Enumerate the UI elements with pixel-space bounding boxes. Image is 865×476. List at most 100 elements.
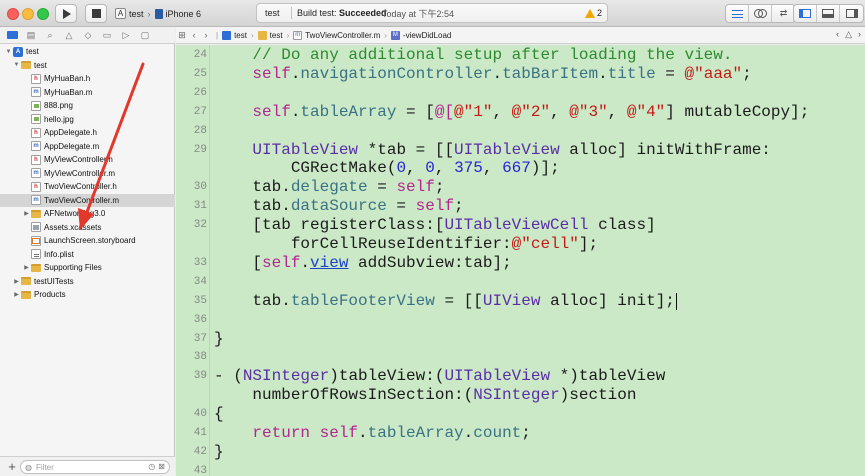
jumpbar-crumb-method[interactable]: -viewDidLoad	[403, 31, 451, 40]
report-navigator-tab[interactable]: ▢	[139, 30, 151, 41]
group-folder-icon	[257, 30, 267, 40]
code-line[interactable]: {	[214, 405, 224, 423]
symbol-navigator-tab[interactable]: ▤	[25, 30, 37, 41]
editor-mode-control: ⇄	[725, 4, 796, 23]
code-token: forCellReuseIdentifier:	[214, 235, 512, 253]
disclosure-collapsed-icon[interactable]: ▶	[12, 291, 21, 298]
header-file-icon: h	[31, 127, 41, 138]
code-line[interactable]: numberOfRowsInSection:(NSInteger)section	[214, 386, 636, 404]
close-window-button[interactable]	[7, 8, 19, 20]
add-file-button[interactable]: +	[5, 459, 19, 474]
code-token: )tableView:(	[329, 367, 445, 386]
navigator-item[interactable]: m MyHuaBan.m	[0, 86, 175, 100]
code-line[interactable]: tab.tableFooterView = [[UIView alloc] in…	[214, 292, 674, 310]
toggle-utilities-button[interactable]	[840, 5, 863, 22]
minimize-window-button[interactable]	[22, 8, 34, 20]
code-line[interactable]: }	[214, 330, 224, 348]
version-editor-button[interactable]: ⇄	[772, 5, 795, 22]
next-issue-icon[interactable]: ›	[858, 29, 861, 40]
scm-filter-icon[interactable]: ⊠	[158, 462, 165, 471]
code-line[interactable]: [tab registerClass:[UITableViewCell clas…	[214, 216, 655, 234]
navigator-item[interactable]: ▼ Atest	[0, 45, 175, 59]
navigator-item[interactable]: ▶ testUITests	[0, 275, 175, 289]
find-navigator-tab[interactable]: ⌕	[44, 30, 56, 41]
warnings-badge[interactable]: 2	[585, 8, 602, 18]
standard-editor-button[interactable]	[726, 5, 749, 22]
assistant-editor-button[interactable]	[749, 5, 772, 22]
code-line[interactable]: self.navigationController.tabBarItem.tit…	[214, 64, 751, 83]
toggle-debug-area-button[interactable]	[817, 5, 840, 22]
code-line[interactable]: }	[214, 443, 224, 461]
disclosure-collapsed-icon[interactable]: ▶	[22, 210, 31, 217]
navigator-item[interactable]: Assets.xcassets	[0, 221, 175, 235]
line-number: 30	[193, 181, 207, 194]
navigator-item[interactable]: h MyHuaBan.h	[0, 72, 175, 86]
toggle-navigator-button[interactable]	[794, 5, 817, 22]
navigator-item-label: hello.jpg	[44, 114, 74, 124]
crumb-chevron-icon: ›	[384, 30, 387, 40]
navigator-item[interactable]: m TwoViewController.m	[0, 193, 175, 207]
back-arrow-icon[interactable]: ‹	[188, 30, 200, 40]
navigator-item[interactable]: ▶ AFNetworking3.0	[0, 207, 175, 221]
jumpbar-crumb-file[interactable]: TwoViewController.m	[305, 31, 380, 40]
code-line[interactable]: tab.dataSource = self;	[214, 197, 463, 215]
code-token: .	[598, 64, 608, 83]
code-token: UITableView	[454, 140, 560, 159]
source-editor[interactable]: 24 25 26 27 28 29 30 31 32 33 34 35 36 37 38 39 40 41 42 43…	[176, 45, 865, 476]
navigator-item[interactable]: m AppDelegate.m	[0, 140, 175, 154]
code-line[interactable]: return self.tableArray.count;	[214, 424, 530, 442]
disclosure-collapsed-icon[interactable]: ▶	[12, 278, 21, 285]
jumpbar-crumb-project[interactable]: test	[234, 31, 247, 40]
disclosure-expanded-icon[interactable]: ▼	[12, 62, 21, 68]
navigator-item[interactable]: hello.jpg	[0, 113, 175, 127]
warning-triangle-icon[interactable]: △	[845, 29, 852, 40]
test-navigator-tab[interactable]: ◇	[82, 30, 94, 41]
recent-files-icon[interactable]: ◷	[148, 462, 155, 471]
code-token: 0	[425, 159, 435, 178]
navigator-item-label: TwoViewController.h	[44, 182, 117, 192]
disclosure-collapsed-icon[interactable]: ▶	[22, 264, 31, 271]
activity-divider	[291, 7, 292, 19]
disclosure-expanded-icon[interactable]: ▼	[4, 49, 13, 55]
issue-navigator-tab[interactable]: △	[63, 30, 75, 41]
navigator-item[interactable]: ▼ test	[0, 59, 175, 73]
code-token: ,	[406, 159, 426, 178]
project-navigator-tab[interactable]	[6, 30, 18, 41]
code-line[interactable]: CGRectMake(0, 0, 375, 667)];	[214, 159, 560, 177]
navigator-item-label: Info.plist	[44, 249, 74, 259]
code-line[interactable]: forCellReuseIdentifier:@"cell"];	[214, 235, 598, 253]
filter-input[interactable]	[36, 462, 136, 472]
navigator-item[interactable]: Info.plist	[0, 248, 175, 262]
forward-arrow-icon[interactable]: ›	[200, 30, 212, 40]
navigator-item[interactable]: h AppDelegate.h	[0, 126, 175, 140]
navigator-item[interactable]: ▶ Supporting Files	[0, 261, 175, 275]
code-line[interactable]: [self.view addSubview:tab];	[214, 254, 511, 272]
stop-button[interactable]	[85, 4, 107, 23]
code-line[interactable]: // Do any additional setup after loading…	[214, 46, 732, 64]
navigator-item[interactable]: LaunchScreen.storyboard	[0, 234, 175, 248]
navigator-item[interactable]: h TwoViewController.h	[0, 180, 175, 194]
view-toggle-control	[793, 4, 864, 23]
zoom-window-button[interactable]	[37, 8, 49, 20]
code-line[interactable]: tab.delegate = self;	[214, 178, 444, 196]
code-token: 667	[502, 159, 531, 178]
filter-field[interactable]: ◍ ◷ ⊠	[20, 460, 170, 474]
related-items-icon[interactable]: ⊞	[176, 30, 188, 41]
navigator-item[interactable]: h MyViewController.h	[0, 153, 175, 167]
scheme-selector[interactable]: A test › iPhone 6	[115, 6, 201, 21]
previous-issue-icon[interactable]: ‹	[836, 29, 839, 40]
debug-navigator-tab[interactable]: ▭	[101, 30, 113, 41]
breakpoint-navigator-tab[interactable]: ▷	[120, 30, 132, 41]
navigator-item[interactable]: m MyViewController.m	[0, 167, 175, 181]
code-token: tab.	[214, 178, 291, 197]
code-line[interactable]: self.tableArray = [@[@"1", @"2", @"3", @…	[214, 103, 809, 121]
folder-icon	[21, 277, 31, 286]
run-button[interactable]	[55, 4, 77, 23]
navigator-item[interactable]: ▶ Products	[0, 288, 175, 302]
code-line[interactable]: - (NSInteger)tableView:(UITableView *)ta…	[214, 367, 665, 385]
code-line[interactable]: UITableView *tab = [[UITableView alloc] …	[214, 141, 771, 159]
navigator-item[interactable]: 888.png	[0, 99, 175, 113]
jumpbar-crumb-group[interactable]: test	[270, 31, 283, 40]
